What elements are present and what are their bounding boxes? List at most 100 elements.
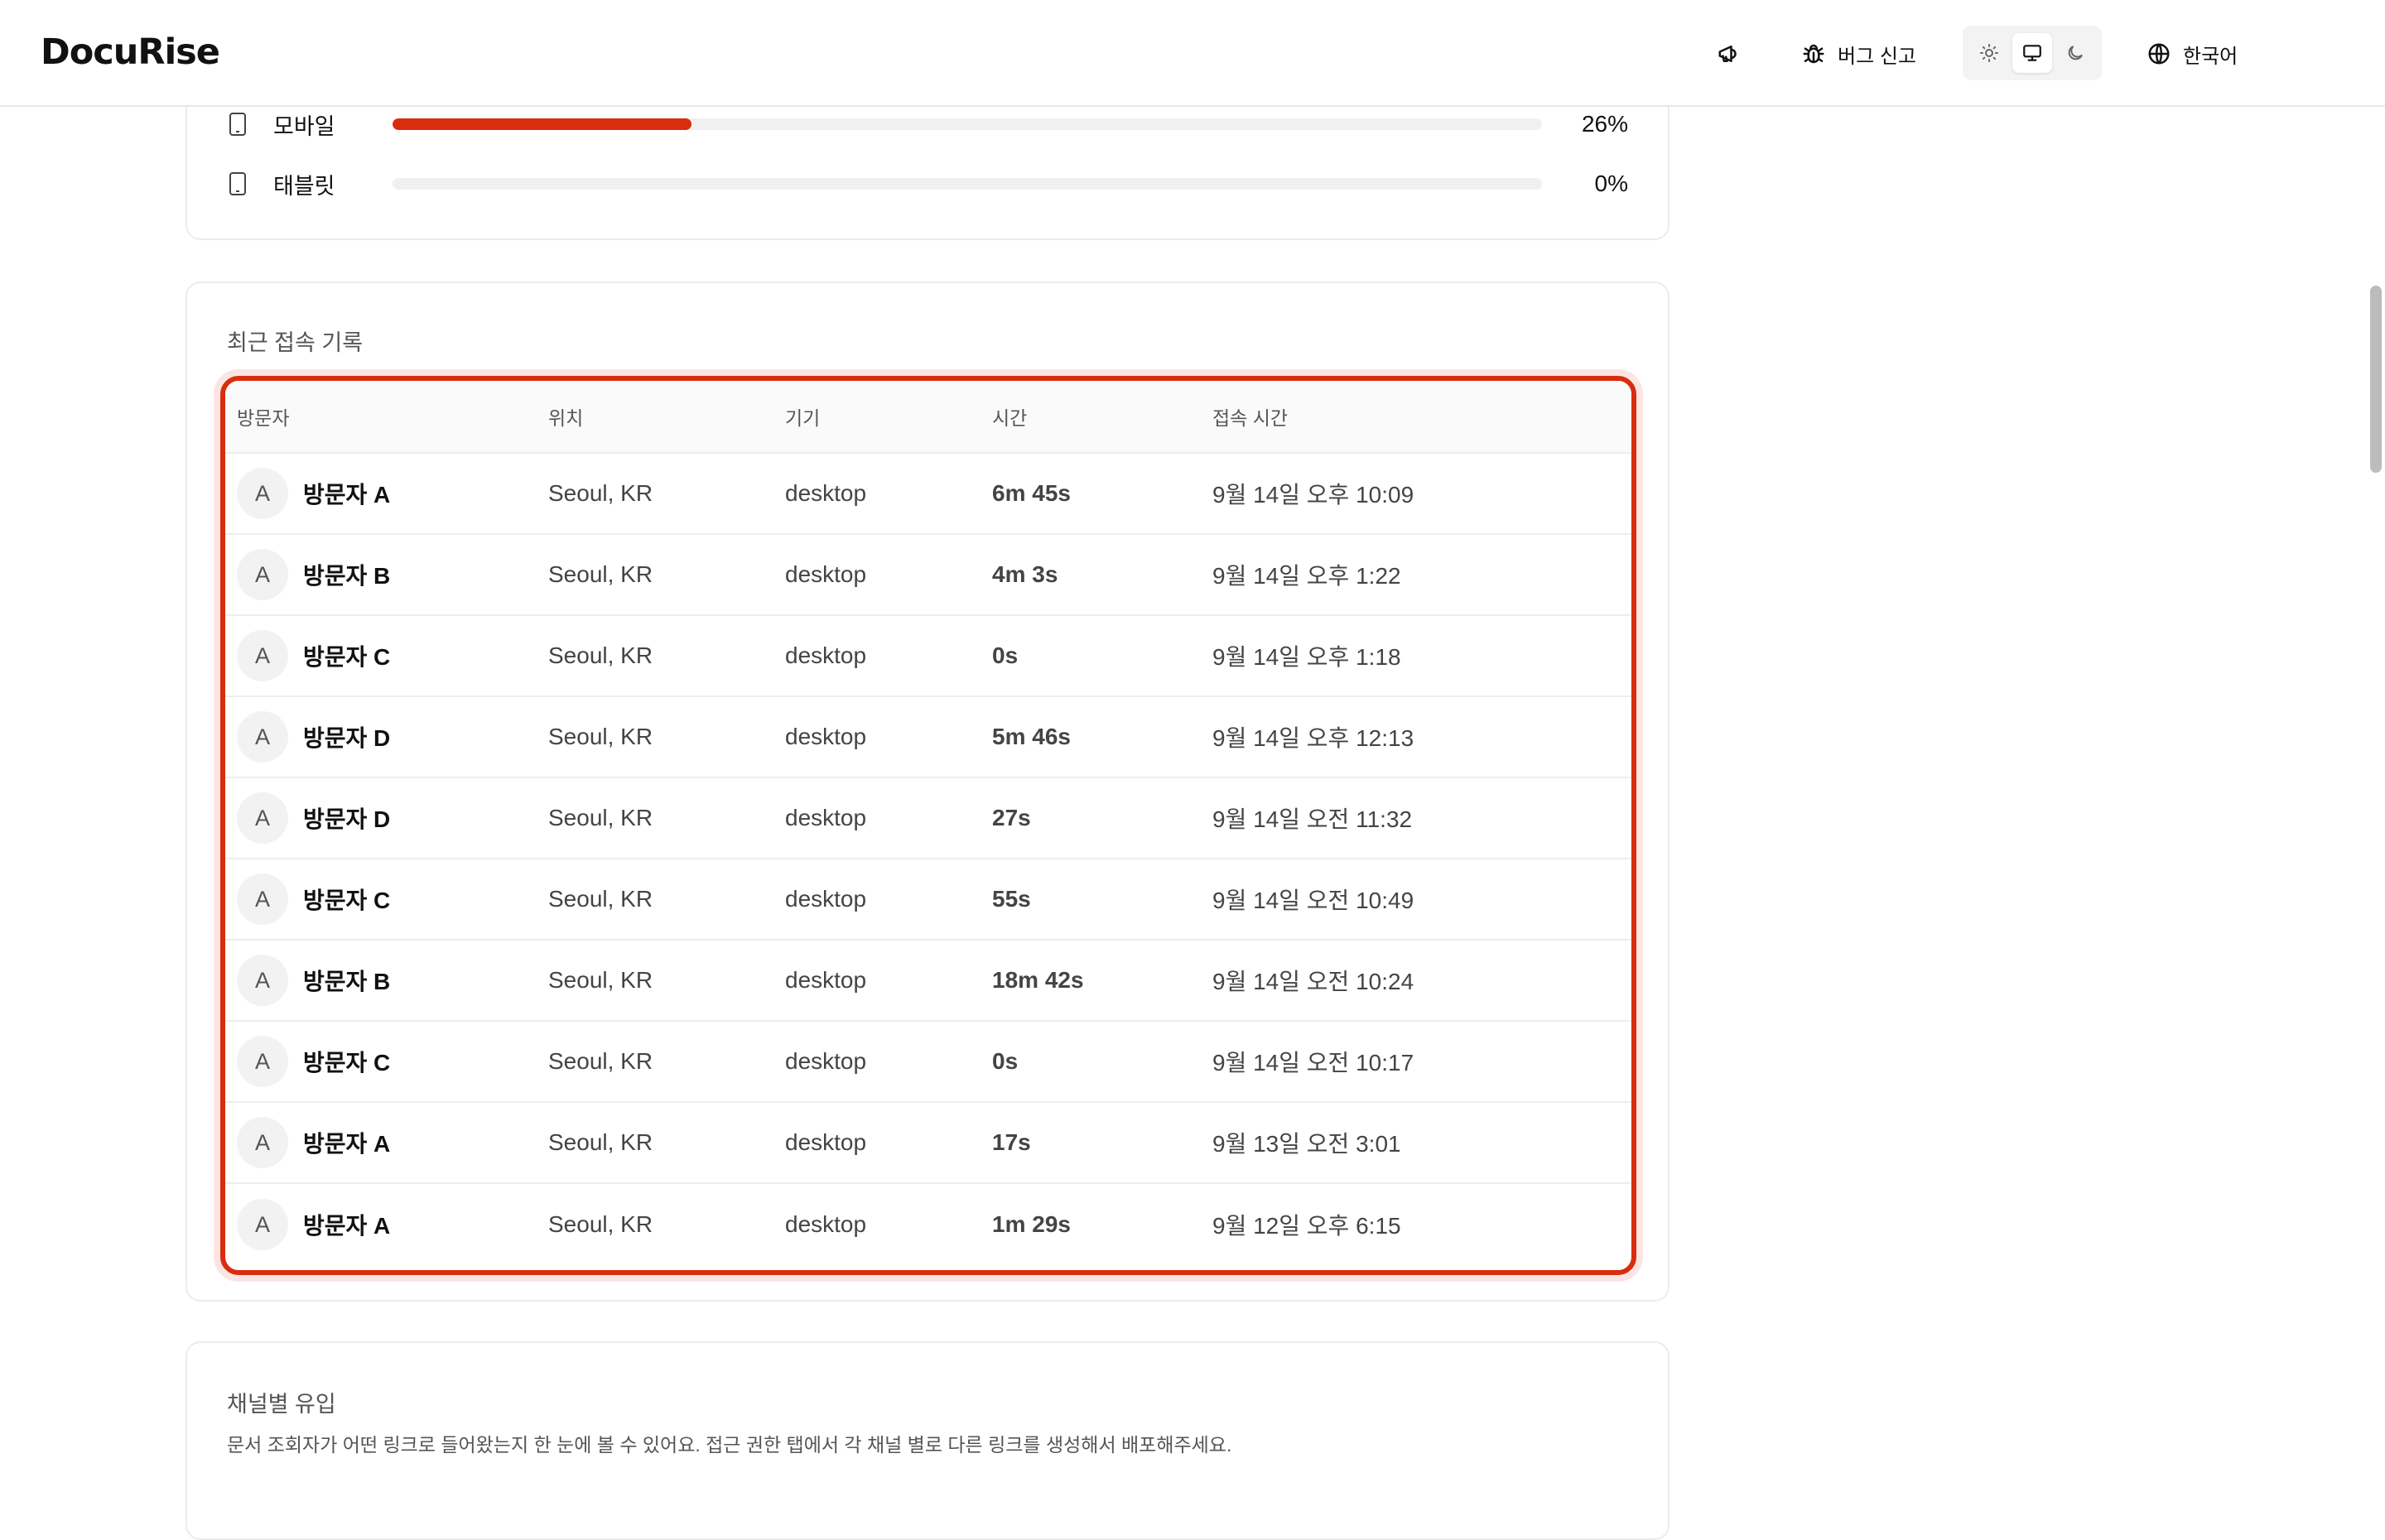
visitor-cell: A 방문자 A <box>225 1117 548 1168</box>
device-progress-track <box>393 178 1542 190</box>
table-row[interactable]: A 방문자 A Seoul, KR desktop 1m 29s 9월 12일 … <box>225 1184 1631 1265</box>
device-cell: desktop <box>785 561 867 587</box>
column-header-duration: 시간 <box>992 407 1028 429</box>
device-percent: 26% <box>1581 111 1628 137</box>
location-cell: Seoul, KR <box>548 642 653 668</box>
announcements-button[interactable] <box>1708 33 1750 75</box>
avatar: A <box>237 1199 288 1250</box>
language-selector[interactable]: 한국어 <box>2146 33 2238 75</box>
visitor-name: 방문자 C <box>303 1050 391 1076</box>
avatar: A <box>237 549 288 600</box>
device-cell: desktop <box>785 805 867 830</box>
duration-cell: 1m 29s <box>992 1211 1071 1237</box>
bug-report-label: 버그 신고 <box>1838 45 1916 68</box>
theme-dark-option[interactable] <box>2055 33 2095 73</box>
table-row[interactable]: A 방문자 B Seoul, KR desktop 4m 3s 9월 14일 오… <box>225 535 1631 616</box>
visitor-cell: A 방문자 A <box>225 1199 548 1250</box>
visitor-name: 방문자 A <box>303 482 391 508</box>
bug-report-button[interactable]: 버그 신고 <box>1801 33 1916 75</box>
avatar: A <box>237 955 288 1006</box>
duration-cell: 4m 3s <box>992 561 1058 587</box>
duration-cell: 0s <box>992 1048 1019 1074</box>
bug-icon <box>1803 44 1824 64</box>
location-cell: Seoul, KR <box>548 967 653 993</box>
device-cell: desktop <box>785 886 867 912</box>
table-row[interactable]: A 방문자 A Seoul, KR desktop 6m 45s 9월 14일 … <box>225 454 1631 535</box>
table-row[interactable]: A 방문자 D Seoul, KR desktop 27s 9월 14일 오전 … <box>225 778 1631 859</box>
tablet-device-icon <box>229 171 248 197</box>
visitor-cell: A 방문자 C <box>225 1036 548 1087</box>
location-cell: Seoul, KR <box>548 1211 653 1237</box>
device-cell: desktop <box>785 724 867 749</box>
location-cell: Seoul, KR <box>548 724 653 749</box>
accessed-time-cell: 9월 14일 오후 12:13 <box>1212 725 1414 751</box>
visitor-cell: A 방문자 B <box>225 955 548 1006</box>
top-header: DocuRise 버그 신고 한국어 <box>0 0 2385 107</box>
duration-cell: 17s <box>992 1129 1031 1155</box>
visitor-cell: A 방문자 D <box>225 792 548 844</box>
table-row[interactable]: A 방문자 C Seoul, KR desktop 55s 9월 14일 오전 … <box>225 859 1631 941</box>
location-cell: Seoul, KR <box>548 561 653 587</box>
column-header-visitor: 방문자 <box>237 407 290 429</box>
column-header-device: 기기 <box>785 407 821 429</box>
accessed-time-cell: 9월 14일 오후 1:22 <box>1212 563 1401 589</box>
megaphone-icon <box>1718 46 1737 62</box>
recent-visits-title: 최근 접속 기록 <box>227 330 364 355</box>
duration-cell: 18m 42s <box>992 967 1084 993</box>
avatar: A <box>237 1036 288 1087</box>
language-label: 한국어 <box>2183 45 2238 68</box>
accessed-time-cell: 9월 14일 오전 10:49 <box>1212 888 1414 913</box>
duration-cell: 55s <box>992 886 1031 912</box>
table-row[interactable]: A 방문자 D Seoul, KR desktop 5m 46s 9월 14일 … <box>225 697 1631 778</box>
duration-cell: 27s <box>992 805 1031 830</box>
app-logo[interactable]: DocuRise <box>41 31 220 73</box>
device-cell: desktop <box>785 480 867 506</box>
table-row[interactable]: A 방문자 A Seoul, KR desktop 17s 9월 13일 오전 … <box>225 1103 1631 1184</box>
table-row[interactable]: A 방문자 B Seoul, KR desktop 18m 42s 9월 14일… <box>225 941 1631 1022</box>
device-row-tablet: 태블릿 0% <box>229 167 1628 200</box>
visitor-name: 방문자 C <box>303 644 391 670</box>
accessed-time-cell: 9월 14일 오전 10:17 <box>1212 1050 1414 1076</box>
theme-switcher <box>1963 26 2102 80</box>
channel-description: 문서 조회자가 어떤 링크로 들어왔는지 한 눈에 볼 수 있어요. 접근 권한… <box>227 1434 1232 1456</box>
avatar: A <box>237 711 288 763</box>
table-row[interactable]: A 방문자 C Seoul, KR desktop 0s 9월 14일 오후 1… <box>225 616 1631 697</box>
sun-icon <box>1980 44 1998 62</box>
location-cell: Seoul, KR <box>548 805 653 830</box>
column-header-accessed: 접속 시간 <box>1212 407 1289 429</box>
channel-inflow-card: 채널별 유입 문서 조회자가 어떤 링크로 들어왔는지 한 눈에 볼 수 있어요… <box>186 1341 1670 1540</box>
device-label: 태블릿 <box>273 173 335 199</box>
visitor-name: 방문자 B <box>303 969 391 994</box>
device-cell: desktop <box>785 1129 867 1155</box>
page-scrollbar[interactable] <box>2370 286 2382 473</box>
avatar: A <box>237 1117 288 1168</box>
visitor-name: 방문자 A <box>303 1131 391 1157</box>
table-body: A 방문자 A Seoul, KR desktop 6m 45s 9월 14일 … <box>225 454 1631 1265</box>
device-progress-track <box>393 118 1542 130</box>
device-cell: desktop <box>785 1048 867 1074</box>
device-progress-fill <box>393 118 691 130</box>
table-row[interactable]: A 방문자 C Seoul, KR desktop 0s 9월 14일 오전 1… <box>225 1022 1631 1103</box>
visitor-name: 방문자 D <box>303 725 391 751</box>
accessed-time-cell: 9월 13일 오전 3:01 <box>1212 1131 1401 1157</box>
avatar: A <box>237 873 288 925</box>
location-cell: Seoul, KR <box>548 480 653 506</box>
device-label: 모바일 <box>273 113 335 139</box>
recent-visits-table: 방문자 위치 기기 시간 접속 시간 A 방문자 A Seoul, KR des… <box>220 376 1636 1275</box>
visitor-cell: A 방문자 A <box>225 468 548 519</box>
visitor-name: 방문자 A <box>303 1213 391 1239</box>
avatar: A <box>237 792 288 844</box>
device-cell: desktop <box>785 967 867 993</box>
globe-icon <box>2148 43 2170 65</box>
column-header-location: 위치 <box>548 407 584 429</box>
moon-icon <box>2068 46 2083 60</box>
visitor-name: 방문자 B <box>303 563 391 589</box>
theme-system-option[interactable] <box>2012 33 2052 73</box>
visitor-cell: A 방문자 C <box>225 630 548 681</box>
location-cell: Seoul, KR <box>548 1129 653 1155</box>
theme-light-option[interactable] <box>1969 33 2009 73</box>
visitor-cell: A 방문자 B <box>225 549 548 600</box>
accessed-time-cell: 9월 12일 오후 6:15 <box>1212 1213 1401 1239</box>
device-percent: 0% <box>1594 171 1628 196</box>
mobile-device-icon <box>229 111 248 137</box>
